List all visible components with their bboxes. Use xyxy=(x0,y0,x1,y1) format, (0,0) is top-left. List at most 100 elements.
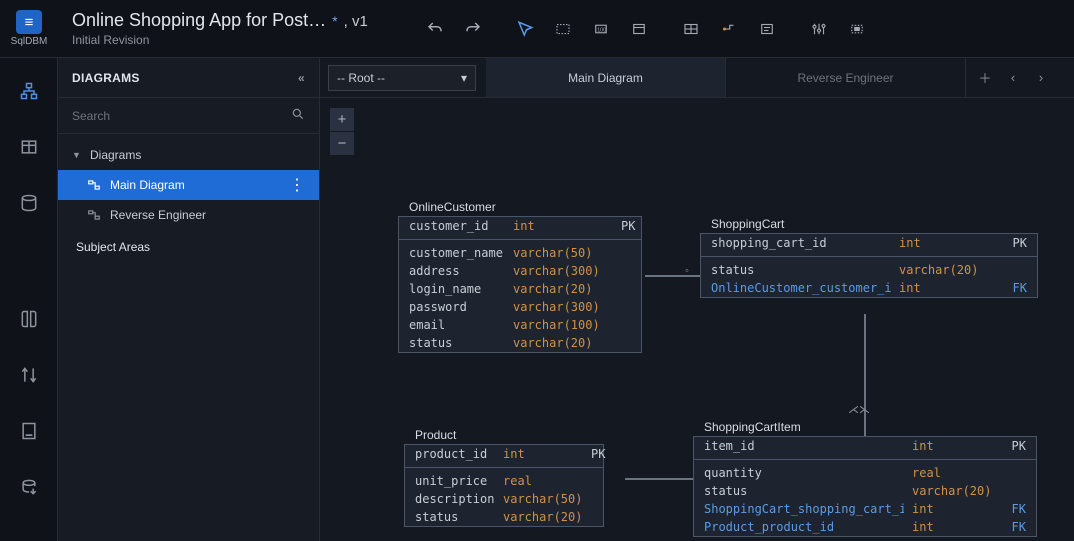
entity-product[interactable]: Product product_idintPKunit_pricerealdes… xyxy=(404,444,604,527)
column-name: password xyxy=(409,300,505,314)
column-name: quantity xyxy=(704,466,904,480)
entity-column-row[interactable]: descriptionvarchar(50) xyxy=(405,490,603,508)
entity-column-row[interactable]: status varchar(20) xyxy=(405,508,603,526)
entity-column-row[interactable]: status varchar(20) xyxy=(694,482,1036,500)
chevron-down-icon: ▼ xyxy=(72,150,82,160)
more-icon[interactable]: ⋮ xyxy=(289,175,305,195)
column-type: int xyxy=(899,281,989,295)
collapse-panel-button[interactable]: « xyxy=(298,71,305,85)
column-type: int xyxy=(912,502,982,516)
next-tab-button[interactable]: › xyxy=(1028,65,1054,91)
entity-column-row[interactable]: Product_product_idintFK xyxy=(694,518,1036,536)
tree-item-label: Main Diagram xyxy=(110,178,281,192)
column-type: real xyxy=(503,474,583,488)
column-type: varchar(300) xyxy=(513,264,613,278)
relationship-tool[interactable] xyxy=(712,12,746,46)
entity-column-row[interactable]: quantity real xyxy=(694,464,1036,482)
app-logo[interactable]: ≡ SqlDBM xyxy=(0,10,58,47)
column-name: status xyxy=(415,510,495,524)
entity-column-row[interactable]: address varchar(300) xyxy=(399,262,641,280)
entity-column-row[interactable]: ShoppingCart_shopping_cart_idintFK xyxy=(694,500,1036,518)
entity-title: OnlineCustomer xyxy=(399,197,506,216)
entity-shopping-cart-item[interactable]: ShoppingCartItem item_idintPKquantityrea… xyxy=(693,436,1037,537)
column-name: Product_product_id xyxy=(704,520,904,534)
column-key: PK xyxy=(1013,236,1027,250)
relation-endpoint: ⋌⋋ xyxy=(848,403,870,416)
panel-title: DIAGRAMS xyxy=(72,71,140,85)
svg-text:100: 100 xyxy=(597,27,606,33)
tables-rail-button[interactable] xyxy=(16,134,42,160)
view-options-button[interactable] xyxy=(802,12,836,46)
note-tool[interactable] xyxy=(750,12,784,46)
marquee-tool[interactable] xyxy=(546,12,580,46)
column-type: real xyxy=(912,466,982,480)
undo-button[interactable] xyxy=(418,12,452,46)
fit-zoom-button[interactable]: 100 xyxy=(584,12,618,46)
add-tab-button[interactable]: ＋ xyxy=(972,65,998,91)
import-rail-button[interactable] xyxy=(16,474,42,500)
search-input[interactable] xyxy=(72,109,291,123)
entity-column-row[interactable]: shopping_cart_idintPK xyxy=(701,234,1037,257)
entity-column-row[interactable]: customer_idintPK xyxy=(399,217,641,240)
entity-title: Product xyxy=(405,425,466,444)
column-type: int xyxy=(513,219,613,233)
entity-column-row[interactable]: passwordvarchar(300) xyxy=(399,298,641,316)
layout-button[interactable] xyxy=(840,12,874,46)
entity-column-row[interactable]: statusvarchar(20) xyxy=(701,261,1037,279)
tree-item-reverse-engineer[interactable]: Reverse Engineer xyxy=(58,200,319,230)
entity-column-row[interactable]: customer_namevarchar(50) xyxy=(399,244,641,262)
panel-header: DIAGRAMS « xyxy=(58,58,319,98)
tree-group-subject-areas[interactable]: Subject Areas xyxy=(58,230,319,258)
column-name: item_id xyxy=(704,439,904,453)
column-key: PK xyxy=(621,219,635,233)
docs-rail-button[interactable] xyxy=(16,306,42,332)
column-name: status xyxy=(711,263,891,277)
tree-group-diagrams[interactable]: ▼ Diagrams xyxy=(58,140,319,170)
column-name: email xyxy=(409,318,505,332)
card-tool[interactable] xyxy=(622,12,656,46)
export-rail-button[interactable] xyxy=(16,418,42,444)
entity-title: ShoppingCart xyxy=(701,214,794,233)
database-rail-button[interactable] xyxy=(16,190,42,216)
schema-dropdown[interactable]: -- Root -- ▾ xyxy=(328,65,476,91)
column-name: customer_name xyxy=(409,246,505,260)
column-key: FK xyxy=(1013,281,1027,295)
diagram-icon xyxy=(86,178,102,192)
column-name: address xyxy=(409,264,505,278)
cursor-tool[interactable] xyxy=(508,12,542,46)
logo-text: SqlDBM xyxy=(11,36,48,47)
entity-column-row[interactable]: OnlineCustomer_customer_id int FK xyxy=(701,279,1037,297)
column-key: PK xyxy=(591,447,605,461)
entity-online-customer[interactable]: OnlineCustomer customer_idintPKcustomer_… xyxy=(398,216,642,353)
diagram-canvas[interactable]: + − ◦ ⋌⋋ OnlineCustomer customer_idintPK… xyxy=(320,98,1074,541)
entity-column-row[interactable]: item_idintPK xyxy=(694,437,1036,460)
tab-main-diagram[interactable]: Main Diagram xyxy=(486,58,726,97)
column-key: FK xyxy=(1012,520,1026,534)
tab-reverse-engineer[interactable]: Reverse Engineer xyxy=(726,58,966,97)
column-type: varchar(20) xyxy=(912,484,991,498)
entity-column-row[interactable]: emailvarchar(100) xyxy=(399,316,641,334)
version-label: , v1 xyxy=(344,13,368,30)
column-name: unit_price xyxy=(415,474,495,488)
entity-column-row[interactable]: unit_price real xyxy=(405,472,603,490)
column-name: OnlineCustomer_customer_id xyxy=(711,281,891,295)
diagrams-rail-button[interactable] xyxy=(16,78,42,104)
entity-column-row[interactable]: login_namevarchar(20) xyxy=(399,280,641,298)
prev-tab-button[interactable]: ‹ xyxy=(1000,65,1026,91)
unsaved-indicator: * xyxy=(332,13,337,29)
compare-rail-button[interactable] xyxy=(16,362,42,388)
table-tool[interactable] xyxy=(674,12,708,46)
entity-shopping-cart[interactable]: ShoppingCart shopping_cart_idintPKstatus… xyxy=(700,233,1038,298)
column-name: status xyxy=(704,484,904,498)
column-type: varchar(20) xyxy=(513,336,613,350)
tree-item-main-diagram[interactable]: Main Diagram ⋮ xyxy=(58,170,319,200)
column-name: description xyxy=(415,492,495,506)
entity-column-row[interactable]: status varchar(20) xyxy=(399,334,641,352)
zoom-out-button[interactable]: − xyxy=(330,132,354,156)
entity-column-row[interactable]: product_idintPK xyxy=(405,445,603,468)
column-name: status xyxy=(409,336,505,350)
zoom-in-button[interactable]: + xyxy=(330,108,354,132)
column-type: varchar(20) xyxy=(513,282,613,296)
column-type: varchar(20) xyxy=(503,510,583,524)
redo-button[interactable] xyxy=(456,12,490,46)
